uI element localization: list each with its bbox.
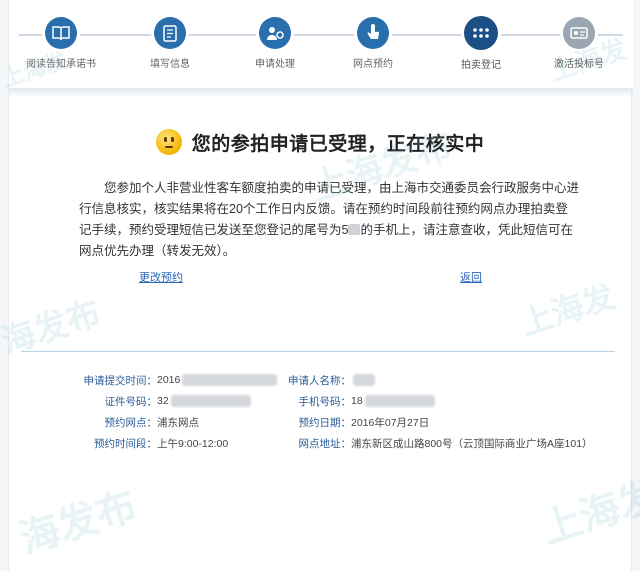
step-auction-register[interactable]: 拍卖登记 [431,16,531,71]
detail-label: 预约时间段： [94,437,157,450]
steps-shadow [9,88,633,98]
detail-label: 证件号码： [104,395,158,408]
detail-value: 18 [351,395,363,407]
book-icon [45,17,77,49]
detail-value: 2016 [157,374,181,386]
redacted-block [364,395,435,407]
step-label: 拍卖登记 [461,60,501,71]
redacted-block [170,395,251,407]
detail-id-number: 证件号码： 32 [9,393,251,409]
page-title: 您的参拍申请已受理，正在核实中 [191,133,485,155]
step-branch-booking[interactable]: 网点预约 [323,17,423,70]
status-headline: 您的参拍申请已受理，正在核实中 [9,122,631,162]
change-booking-link-wrap: 更改预约 [139,269,183,285]
change-booking-link[interactable]: 更改预约 [139,271,183,284]
progress-steps: 阅读告知承诺书 填写信息 申请处理 网点预约 拍卖登记 激活投标号 [9,0,633,98]
detail-value: 上午9:00-12:00 [157,437,229,450]
detail-date: 预约日期： 2016年07月27日 [279,414,430,430]
dots-icon [464,16,498,50]
form-icon [154,17,186,49]
detail-label: 手机号码： [298,395,352,408]
id-card-icon [563,17,595,49]
masked-digits [348,224,361,235]
detail-value: 2016年07月27日 [351,416,430,429]
detail-phone: 手机号码： 18 [279,393,435,409]
step-label: 填写信息 [150,59,190,70]
step-read-notice[interactable]: 阅读告知承诺书 [11,17,111,70]
detail-submit-time: 申请提交时间： 2016 [9,372,278,388]
step-activate-bid-number[interactable]: 激活投标号 [529,17,629,70]
detail-label: 申请提交时间： [83,374,158,387]
detail-value: 浦东新区成山路800号（云顶国际商业广场A座101） [351,437,593,450]
step-label: 阅读告知承诺书 [26,59,96,70]
detail-label: 预约日期： [298,416,352,429]
detail-branch: 预约网点： 浦东网点 [9,414,200,430]
detail-applicant-name: 申请人名称： [279,372,375,388]
step-label: 网点预约 [353,59,393,70]
detail-label: 申请人名称： [288,374,351,387]
detail-value: 32 [157,395,169,407]
page: 阅读告知承诺书 填写信息 申请处理 网点预约 拍卖登记 激活投标号 您的参拍申请… [0,0,640,571]
detail-address: 网点地址： 浦东新区成山路800号（云顶国际商业广场A座101） [279,435,593,451]
step-label: 激活投标号 [554,59,604,70]
status-message: 您参加个人非营业性客车额度拍卖的申请已受理，由上海市交通委员会行政服务中心进行信… [79,178,579,262]
detail-time-slot: 预约时间段： 上午9:00-12:00 [9,435,228,451]
detail-value: 浦东网点 [157,416,199,429]
step-fill-info[interactable]: 填写信息 [120,17,220,70]
detail-label: 预约网点： [104,416,158,429]
step-process[interactable]: 申请处理 [225,17,325,70]
back-link-wrap: 返回 [460,269,482,285]
neutral-face-icon [155,129,182,155]
hand-pointer-icon [357,17,389,49]
watermark: 海发布 [14,482,143,564]
divider [21,351,615,352]
back-link[interactable]: 返回 [460,271,482,284]
watermark: 上海发 [536,472,640,554]
detail-label: 网点地址： [298,437,352,450]
watermark: 上海发 [516,276,620,343]
process-icon [259,17,291,49]
redacted-block [353,374,375,386]
redacted-block [182,374,278,386]
step-label: 申请处理 [255,59,295,70]
